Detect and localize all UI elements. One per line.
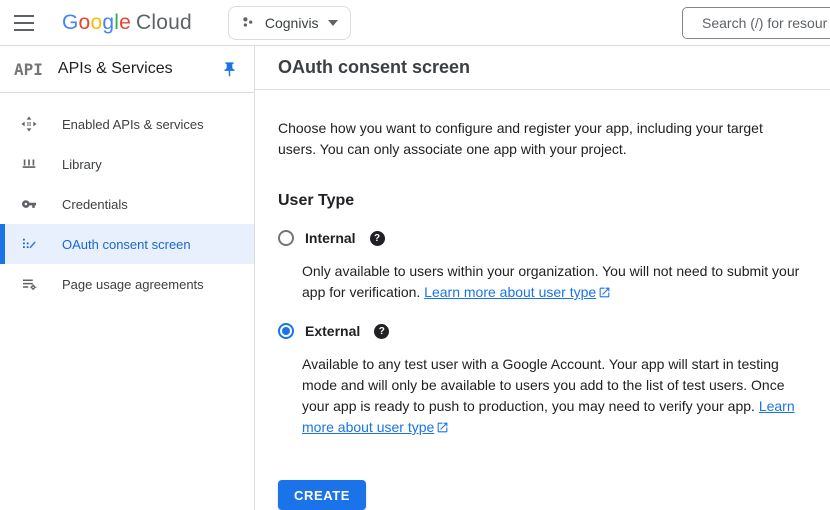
- main-content: Choose how you want to configure and reg…: [255, 90, 830, 510]
- main-header: OAuth consent screen: [255, 46, 830, 90]
- chevron-down-icon: [328, 20, 338, 26]
- external-option-row: External ?: [278, 323, 830, 339]
- main-panel: OAuth consent screen Choose how you want…: [255, 46, 830, 510]
- external-link-icon: [598, 286, 611, 299]
- api-product-icon: API: [14, 60, 43, 79]
- sidebar: API APIs & Services: [0, 46, 255, 510]
- external-help-icon[interactable]: ?: [374, 324, 389, 339]
- sidebar-item-label: Credentials: [62, 197, 128, 212]
- top-bar: Google Cloud Cognivis: [0, 0, 830, 46]
- search-input[interactable]: [682, 7, 830, 39]
- sidebar-item-library[interactable]: Library: [0, 144, 254, 184]
- internal-option-label: Internal: [305, 230, 356, 246]
- sidebar-nav: Enabled APIs & services Library: [0, 93, 254, 304]
- user-type-heading: User Type: [278, 192, 830, 210]
- sidebar-item-oauth-consent-screen[interactable]: OAuth consent screen: [0, 224, 254, 264]
- menu-icon[interactable]: [2, 0, 46, 46]
- external-description-text: Available to any test user with a Google…: [302, 356, 785, 414]
- external-option-description: Available to any test user with a Google…: [302, 354, 814, 438]
- sidebar-item-credentials[interactable]: Credentials: [0, 184, 254, 224]
- sidebar-item-label: Page usage agreements: [62, 277, 204, 292]
- internal-help-icon[interactable]: ?: [370, 231, 385, 246]
- sidebar-item-label: Library: [62, 157, 102, 172]
- agreements-icon: [20, 275, 38, 293]
- enabled-apis-icon: [20, 115, 38, 133]
- internal-learn-more-link[interactable]: Learn more about user type: [424, 284, 596, 300]
- internal-option-row: Internal ?: [278, 230, 830, 246]
- pin-icon[interactable]: [221, 61, 238, 78]
- page-title: OAuth consent screen: [278, 57, 470, 78]
- internal-radio[interactable]: [278, 230, 294, 246]
- cloud-wordmark: Cloud: [136, 11, 192, 35]
- key-icon: [20, 195, 38, 213]
- create-button[interactable]: CREATE: [278, 480, 366, 510]
- project-name: Cognivis: [265, 15, 319, 31]
- external-radio[interactable]: [278, 323, 294, 339]
- external-link-icon: [436, 421, 449, 434]
- library-icon: [20, 155, 38, 173]
- internal-option-description: Only available to users within your orga…: [302, 261, 814, 303]
- sidebar-item-label: Enabled APIs & services: [62, 117, 204, 132]
- intro-text: Choose how you want to configure and reg…: [278, 118, 783, 160]
- sidebar-item-page-usage-agreements[interactable]: Page usage agreements: [0, 264, 254, 304]
- google-wordmark: Google: [62, 11, 131, 35]
- project-selector[interactable]: Cognivis: [228, 6, 351, 40]
- sidebar-item-label: OAuth consent screen: [62, 237, 191, 252]
- google-cloud-logo[interactable]: Google Cloud: [62, 11, 192, 35]
- project-icon: [239, 14, 256, 31]
- consent-screen-icon: [20, 235, 38, 253]
- external-option-label: External: [305, 323, 360, 339]
- sidebar-title: APIs & Services: [58, 60, 173, 78]
- sidebar-header: API APIs & Services: [0, 46, 254, 93]
- sidebar-item-enabled-apis[interactable]: Enabled APIs & services: [0, 104, 254, 144]
